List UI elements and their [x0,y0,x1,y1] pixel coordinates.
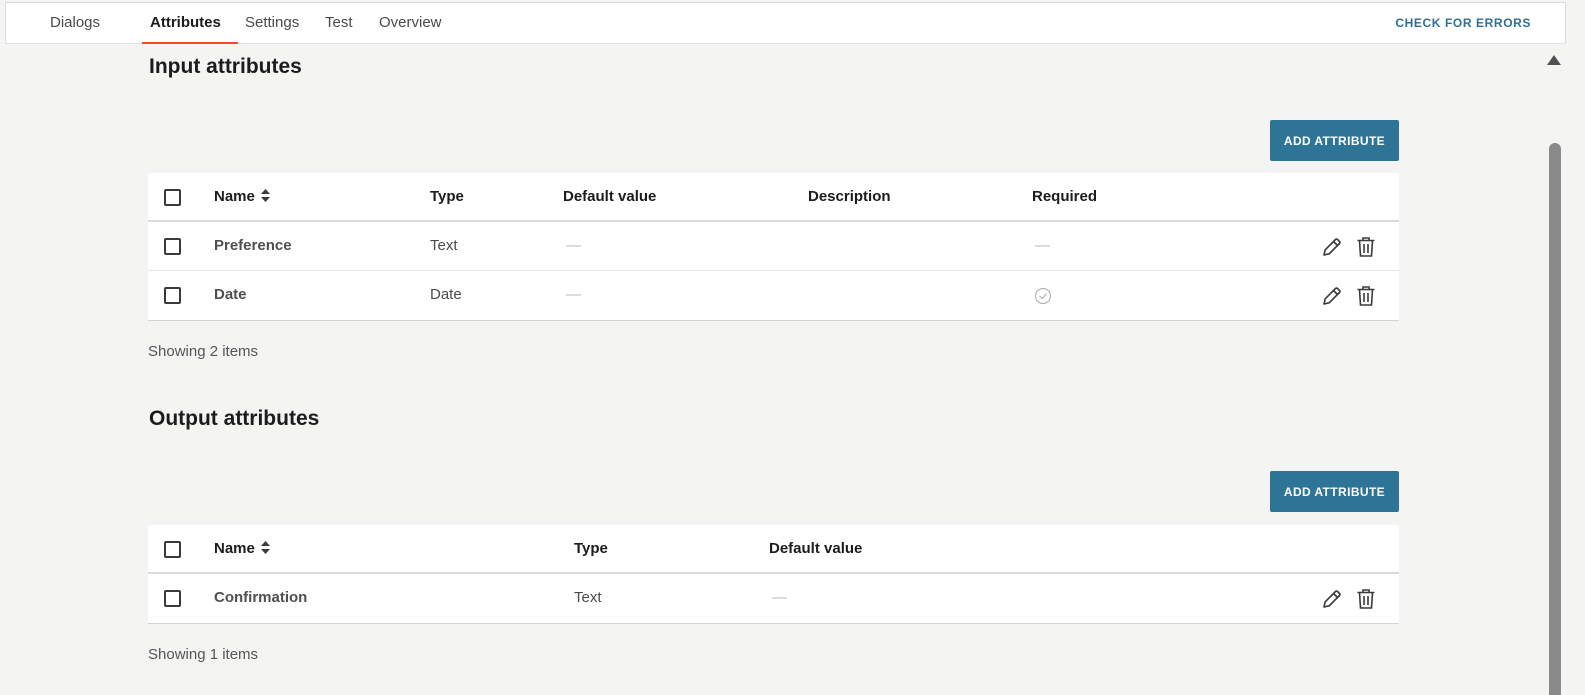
edit-icon[interactable] [1320,235,1344,259]
trash-icon[interactable] [1354,587,1378,611]
tab-overview[interactable]: Overview [379,3,442,44]
input-attributes-table: Name Type Default value Description Requ… [148,173,1399,321]
top-nav-bar: Dialogs Attributes Settings Test Overvie… [5,2,1566,44]
column-header-required: Required [1032,188,1098,205]
select-all-checkbox[interactable] [164,541,181,558]
scrollbar-thumb[interactable] [1549,143,1561,695]
tab-test[interactable]: Test [325,3,353,44]
check-circle-icon [1034,287,1052,305]
row-checkbox[interactable] [164,238,181,255]
table-row: Confirmation Text — [148,574,1399,623]
column-header-name[interactable]: Name [214,525,270,574]
input-attributes-title: Input attributes [149,55,302,78]
attribute-default-value: — [772,589,787,606]
trash-icon[interactable] [1354,235,1378,259]
tab-attributes[interactable]: Attributes [150,3,221,44]
column-header-type: Type [574,540,608,557]
row-checkbox[interactable] [164,590,181,607]
table-header-row: Name Type Default value Description Requ… [148,173,1399,222]
output-items-count: Showing 1 items [148,646,259,663]
attribute-type: Date [430,286,462,303]
column-header-default-value: Default value [563,188,657,205]
table-row: Preference Text — — [148,222,1399,271]
attribute-name: Preference [214,237,292,254]
add-output-attribute-button[interactable]: ADD ATTRIBUTE [1270,471,1399,512]
attribute-name: Confirmation [214,589,308,606]
table-row: Date Date — [148,271,1399,320]
edit-icon[interactable] [1320,587,1344,611]
sort-icon[interactable] [260,541,270,555]
active-tab-indicator [142,42,238,44]
trash-icon[interactable] [1354,284,1378,308]
attribute-type: Text [574,589,602,606]
column-header-name-label: Name [214,540,255,557]
attribute-required: — [1035,237,1050,254]
scroll-up-arrow-icon[interactable] [1547,55,1561,65]
column-header-type: Type [430,188,464,205]
output-attributes-title: Output attributes [149,407,320,430]
attribute-default-value: — [566,286,581,303]
column-header-description: Description [808,188,891,205]
tab-settings[interactable]: Settings [245,3,299,44]
sort-icon[interactable] [260,189,270,203]
table-header-row: Name Type Default value [148,525,1399,574]
edit-icon[interactable] [1320,284,1344,308]
attribute-name: Date [214,286,247,303]
column-header-name-label: Name [214,188,255,205]
output-attributes-table: Name Type Default value Confirmation Tex… [148,525,1399,624]
input-items-count: Showing 2 items [148,343,259,360]
attribute-default-value: — [566,237,581,254]
tab-dialogs[interactable]: Dialogs [50,3,100,44]
attribute-type: Text [430,237,458,254]
column-header-name[interactable]: Name [214,173,270,222]
select-all-checkbox[interactable] [164,189,181,206]
column-header-default-value: Default value [769,540,863,557]
row-checkbox[interactable] [164,287,181,304]
add-input-attribute-button[interactable]: ADD ATTRIBUTE [1270,120,1399,161]
check-for-errors-button[interactable]: CHECK FOR ERRORS [1395,3,1531,43]
